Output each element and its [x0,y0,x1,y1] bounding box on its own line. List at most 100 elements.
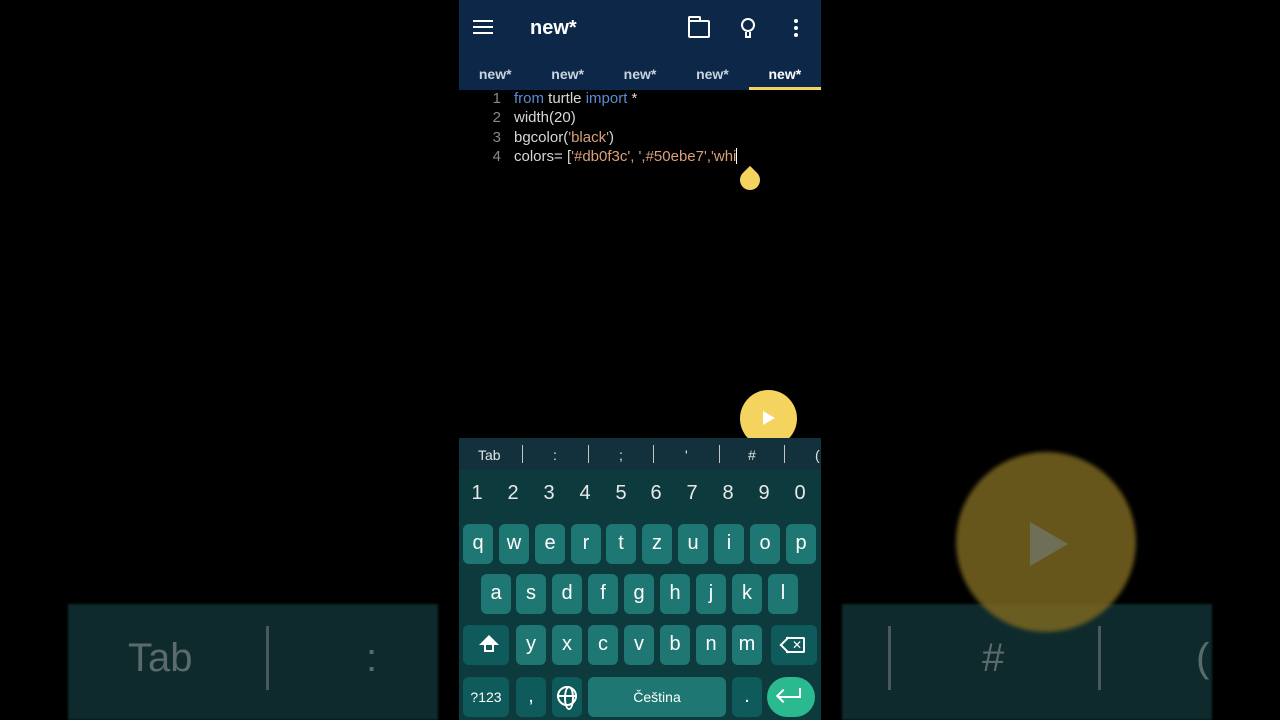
code-token: colors= [ [514,147,572,165]
key-1[interactable]: 1 [465,482,489,505]
key-n[interactable]: n [696,625,726,665]
play-icon [763,411,775,425]
code-text: colors= ['#db0f3c', ',#50ebe7','whi [514,147,738,165]
hamburger-menu-icon[interactable] [473,16,499,42]
key-q[interactable]: q [463,524,493,564]
symbol-hash[interactable]: # [748,447,756,463]
background-blur-left [68,604,438,720]
symbol-separator [784,445,785,463]
key-r[interactable]: r [571,524,601,564]
symbol-quote[interactable]: ' [685,447,688,463]
key-m[interactable]: m [732,625,762,665]
comma-key[interactable]: , [516,677,546,717]
symbols-key[interactable]: ?123 [463,677,509,717]
symbol-colon[interactable]: : [553,447,557,463]
space-bar[interactable]: Čeština [588,677,726,717]
number-row: 1234567890 [459,482,821,510]
background-paren-text: ( [1196,636,1210,680]
key-u[interactable]: u [678,524,708,564]
tab-file-4[interactable]: new* [676,60,748,90]
tab-file-1[interactable]: new* [459,60,531,90]
screen: Tab : # ( new* new* new* new* new* new* … [0,0,1280,720]
key-v[interactable]: v [624,625,654,665]
key-j[interactable]: j [696,574,726,614]
key-2[interactable]: 2 [501,482,525,505]
key-b[interactable]: b [660,625,690,665]
background-separator [888,626,891,690]
string-token: '#db0f3c', ',#50ebe7','whi [571,147,737,165]
background-separator [266,626,269,690]
globe-icon [557,686,577,710]
code-token: * [627,90,638,107]
line-number: 1 [492,90,501,107]
key-k[interactable]: k [732,574,762,614]
symbol-bar: Tab : ; ' # ( [459,438,821,470]
key-d[interactable]: d [552,574,582,614]
symbol-separator [653,445,654,463]
key-o[interactable]: o [750,524,780,564]
soft-keyboard: 1234567890 q w e r t z u i o p a s d f g h j k l y x c v b n m ✕ ?1… [459,470,821,720]
key-z[interactable]: z [642,524,672,564]
background-hash-text: # [982,636,1005,680]
period-key[interactable]: . [732,677,762,717]
key-t[interactable]: t [606,524,636,564]
key-f[interactable]: f [588,574,618,614]
folder-icon[interactable] [688,16,710,38]
key-e[interactable]: e [535,524,565,564]
keyword-token: import [585,90,628,107]
symbol-separator [522,445,523,463]
backspace-key[interactable]: ✕ [771,625,817,665]
key-c[interactable]: c [588,625,618,665]
key-7[interactable]: 7 [680,482,704,505]
key-p[interactable]: p [786,524,816,564]
code-editor[interactable]: 1 from turtle import * 2 width(20) 3 bgcolor(… [459,90,821,440]
key-l[interactable]: l [768,574,798,614]
more-vert-icon[interactable] [793,19,799,39]
tab-file-2[interactable]: new* [531,60,603,90]
file-title: new* [530,17,577,39]
lightbulb-icon[interactable] [740,18,756,40]
symbol-separator [588,445,589,463]
backspace-icon: ✕ [779,636,805,654]
tab-file-5[interactable]: new* [748,60,821,90]
key-9[interactable]: 9 [752,482,776,505]
key-4[interactable]: 4 [573,482,597,505]
symbol-paren[interactable]: ( [815,447,820,463]
code-text: width(20) [514,109,576,126]
key-x[interactable]: x [552,625,582,665]
symbol-tab[interactable]: Tab [478,447,501,463]
background-play-icon [1030,522,1068,566]
text-cursor [736,147,738,164]
key-s[interactable]: s [516,574,546,614]
key-5[interactable]: 5 [609,482,633,505]
key-g[interactable]: g [624,574,654,614]
key-w[interactable]: w [499,524,529,564]
enter-key[interactable] [767,677,815,717]
shift-icon-stem [484,644,494,652]
key-a[interactable]: a [481,574,511,614]
code-token: ) [608,128,614,146]
key-h[interactable]: h [660,574,690,614]
shift-key[interactable] [463,625,509,665]
background-colon-text: : [366,636,378,680]
line-number: 2 [492,109,501,127]
key-6[interactable]: 6 [644,482,668,505]
tab-file-3[interactable]: new* [604,60,676,90]
background-separator [1098,626,1101,690]
code-text: bgcolor('black') [514,129,614,146]
code-text: from turtle import * [514,90,637,107]
key-8[interactable]: 8 [716,482,740,505]
keyword-token: from [514,90,544,107]
file-tabs: new* new* new* new* new* [459,60,821,90]
key-i[interactable]: i [714,524,744,564]
code-token: bgcolor( [514,128,569,146]
line-number: 4 [492,147,501,165]
code-token: width(20) [514,109,576,127]
key-y[interactable]: y [516,625,546,665]
key-0[interactable]: 0 [788,482,812,505]
symbol-semicolon[interactable]: ; [619,447,623,463]
phone-screen: new* new* new* new* new* new* 1 from turt… [459,0,821,720]
language-key[interactable] [552,677,582,717]
enter-icon [779,688,801,698]
key-3[interactable]: 3 [537,482,561,505]
